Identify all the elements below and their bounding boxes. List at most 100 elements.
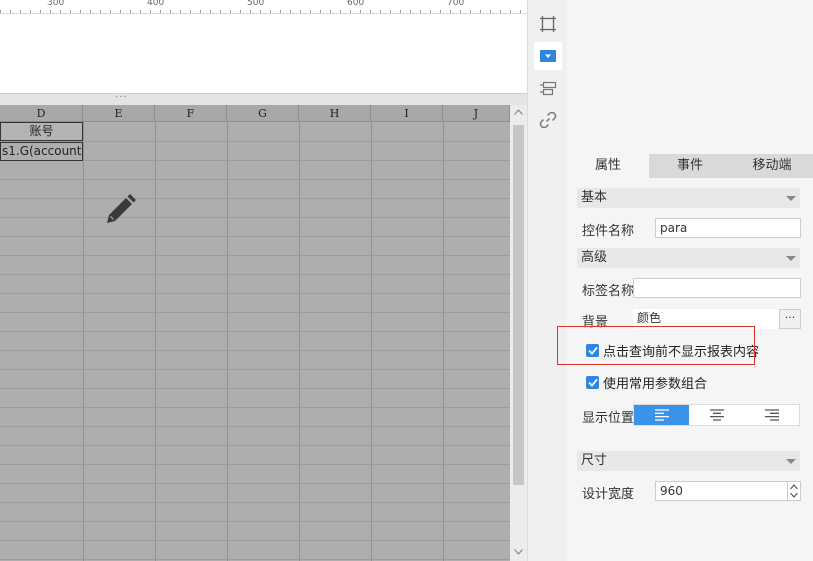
tab-properties[interactable]: 属性 <box>567 154 649 178</box>
grid-row-line <box>0 179 510 180</box>
ruler-tick <box>40 10 41 13</box>
ruler-tick <box>230 10 231 13</box>
grid-column-line <box>83 122 84 561</box>
align-center-icon <box>709 409 724 421</box>
label-widget-tool[interactable] <box>534 74 562 102</box>
grid-row-line <box>0 198 510 199</box>
dropdown-widget-icon <box>540 50 556 62</box>
ruler-tick <box>310 10 311 13</box>
grid-row-line <box>0 236 510 237</box>
ruler-tick <box>20 10 21 13</box>
ruler-tick <box>200 10 201 13</box>
tag-name-input[interactable] <box>633 278 801 298</box>
ruler-tick <box>180 10 181 13</box>
column-header-h[interactable]: H <box>299 105 371 122</box>
parameter-pane[interactable] <box>0 15 527 93</box>
scroll-up-icon[interactable] <box>513 108 524 118</box>
report-designer: 300 400 500 600 700 ··· D E F G H I J 账号… <box>0 0 813 561</box>
ruler-tick <box>460 10 461 13</box>
panel-tabs: 属性 事件 移动端 <box>567 154 813 178</box>
grid-row-line <box>0 559 510 560</box>
grid-row-line <box>0 274 510 275</box>
ruler-tick <box>140 10 141 13</box>
ruler-tick <box>410 10 411 13</box>
tag-name-label: 标签名称 <box>582 284 635 299</box>
ruler-tick <box>130 10 131 13</box>
column-header-i[interactable]: I <box>371 105 443 122</box>
grid-row-line <box>0 426 510 427</box>
ruler-tick <box>300 10 301 13</box>
grid-row-line <box>0 407 510 408</box>
scroll-down-icon[interactable] <box>513 548 524 558</box>
widget-name-label: 控件名称 <box>582 224 635 239</box>
align-center-button[interactable] <box>689 405 744 425</box>
background-more-button[interactable]: ··· <box>779 309 801 329</box>
ruler-tick <box>420 10 421 13</box>
ruler-tick <box>280 10 281 13</box>
cell-d2[interactable]: s1.G(account) <box>0 142 83 161</box>
design-width-stepper[interactable] <box>788 481 801 501</box>
grid-row-line <box>0 217 510 218</box>
pane-splitter[interactable]: ··· <box>0 92 527 105</box>
tab-mobile[interactable]: 移动端 <box>731 154 813 178</box>
grid-row-line <box>0 369 510 370</box>
use-common-params-label[interactable]: 使用常用参数组合 <box>603 373 707 392</box>
dropdown-widget-tool[interactable] <box>534 42 562 70</box>
column-header-f[interactable]: F <box>155 105 227 122</box>
section-size-title: 尺寸 <box>581 453 608 468</box>
ruler-tick <box>110 10 111 13</box>
align-left-button[interactable] <box>634 405 689 425</box>
design-width-label: 设计宽度 <box>582 487 635 502</box>
grid-row-line <box>0 540 510 541</box>
column-header-g[interactable]: G <box>227 105 299 122</box>
ruler-tick <box>490 10 491 13</box>
ruler-tick <box>470 10 471 13</box>
section-size[interactable]: 尺寸 <box>577 451 800 471</box>
link-tool[interactable] <box>534 106 562 134</box>
ruler-tick <box>290 10 291 13</box>
cell-d1[interactable]: 账号 <box>0 122 83 141</box>
stepper-arrows-icon[interactable] <box>788 482 800 500</box>
ruler-tick <box>350 10 351 13</box>
sheet-scrollbar[interactable] <box>510 105 527 561</box>
section-advanced[interactable]: 高级 <box>577 248 800 268</box>
scrollbar-thumb[interactable] <box>513 125 524 485</box>
grid-row-line <box>0 445 510 446</box>
link-icon <box>539 111 557 129</box>
section-basic[interactable]: 基本 <box>577 188 800 208</box>
grid-row-line <box>0 331 510 332</box>
ruler-tick <box>500 10 501 13</box>
column-header-e[interactable]: E <box>83 105 155 122</box>
chevron-down-icon <box>786 459 796 464</box>
tab-events[interactable]: 事件 <box>649 154 731 178</box>
chevron-down-icon <box>786 256 796 261</box>
ruler-tick <box>0 10 1 13</box>
report-sheet[interactable]: D E F G H I J 账号 s1.G(account) <box>0 105 510 561</box>
column-header-d[interactable]: D <box>0 105 83 122</box>
use-common-params-option[interactable]: 使用常用参数组合 <box>586 373 707 392</box>
widget-name-input[interactable]: para <box>655 218 801 238</box>
ruler-tick <box>120 10 121 13</box>
grid-row-line <box>0 464 510 465</box>
crop-icon <box>540 16 556 32</box>
ruler-tick <box>440 10 441 13</box>
design-width-input[interactable]: 960 <box>655 481 788 501</box>
column-header-j[interactable]: J <box>443 105 510 122</box>
ruler-tick <box>270 10 271 13</box>
grid-column-line <box>371 122 372 561</box>
chevron-down-icon <box>786 196 796 201</box>
grid-row-line <box>0 521 510 522</box>
ruler-tick <box>450 10 451 13</box>
ruler-label: 400 <box>147 0 165 8</box>
ruler-tick <box>50 10 51 13</box>
crop-tool[interactable] <box>534 10 562 38</box>
ruler-tick <box>340 10 341 13</box>
checkbox-checked-icon[interactable] <box>586 375 599 389</box>
align-right-button[interactable] <box>744 405 799 425</box>
splitter-grip[interactable]: ··· <box>115 92 128 103</box>
ruler-label: 700 <box>447 0 465 8</box>
ruler-tick <box>400 10 401 13</box>
ruler-tick <box>370 10 371 13</box>
ruler-tick <box>150 10 151 13</box>
ruler-tick <box>70 10 71 13</box>
